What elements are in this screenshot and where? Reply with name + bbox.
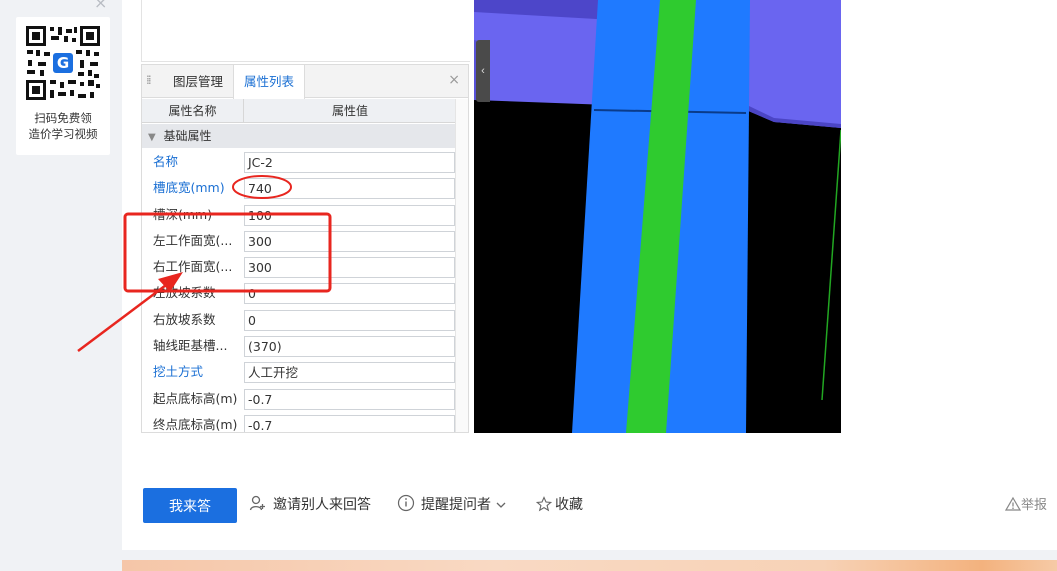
qr-caption-line2: 造价学习视频 [28,127,98,141]
add-user-icon [249,495,265,511]
property-row: 槽底宽(mm) 740 [142,175,456,201]
property-row: 名称 JC-2 [142,149,456,175]
property-value-field[interactable]: 0 [244,283,455,305]
3d-viewport[interactable] [474,0,841,433]
property-row: 左工作面宽(... 300 [142,228,456,254]
drag-grip-icon[interactable]: ⁞⁞ [146,73,151,87]
property-name: 挖土方式 [153,364,204,380]
property-name: 左放坡系数 [153,285,216,301]
property-panel: ⁞⁞ 图层管理 属性列表 × 属性名称 属性值 ▼ 基础属性 名称 JC-2 槽底… [141,64,469,433]
property-row: 右放坡系数 0 [142,307,456,333]
property-row: 挖土方式 人工开挖 [142,359,456,385]
group-basic-properties[interactable]: ▼ 基础属性 [142,124,456,148]
remind-asker-dropdown[interactable]: 提醒提问者 [397,494,508,516]
property-row: 右工作面宽(... 300 [142,254,456,280]
svg-text:G: G [57,54,69,72]
property-name: 槽底宽(mm) [153,180,225,196]
qr-close-icon[interactable]: × [94,0,107,12]
col-header-name: 属性名称 [142,99,244,123]
favorite-link[interactable]: 收藏 [535,494,583,516]
report-label: 举报 [1021,498,1048,513]
property-value-field[interactable]: 300 [244,257,455,279]
panel-close-icon[interactable]: × [448,72,460,88]
answer-button[interactable]: 我来答 [143,488,237,523]
property-row: 槽深(mm) 100 [142,202,456,228]
collapse-caret-icon[interactable]: ▼ [148,132,156,143]
property-name: 槽深(mm) [153,206,213,222]
invite-answer-link[interactable]: 邀请别人来回答 [249,494,371,516]
property-value-field[interactable]: 100 [244,204,455,226]
property-row: 轴线距基槽... (370) [142,333,456,359]
favorite-label: 收藏 [555,497,583,513]
property-row: 终点底标高(m) -0.7 [142,412,456,432]
bottom-banner[interactable] [122,560,1057,571]
property-name: 终点底标高(m) [153,416,238,432]
invite-label: 邀请别人来回答 [273,497,371,513]
property-value-field[interactable]: 0 [244,309,455,331]
tab-property-list[interactable]: 属性列表 [233,65,306,99]
property-name: 右工作面宽(... [153,259,233,275]
qr-code-image: G [24,24,102,102]
property-value-field[interactable]: 人工开挖 [244,362,455,384]
property-value-field[interactable]: JC-2 [244,152,455,173]
tab-layer-manager[interactable]: 图层管理 [163,65,233,98]
property-name: 左工作面宽(... [153,232,233,248]
panel-scrollbar[interactable] [455,99,468,432]
property-value-field[interactable]: 300 [244,230,455,252]
qr-caption-line1: 扫码免费领 [34,111,92,125]
chevron-down-icon [496,502,506,508]
property-row: 起点底标高(m) -0.7 [142,386,456,412]
property-value-field[interactable]: -0.7 [244,414,455,432]
info-circle-icon [397,494,415,512]
viewport-collapse-handle[interactable]: ‹ [476,40,490,102]
remind-label: 提醒提问者 [421,497,491,513]
qr-promo-widget[interactable]: G 扫码免费领 造价学习视频 [16,17,110,155]
property-name: 轴线距基槽... [153,338,228,354]
property-row: 左放坡系数 0 [142,280,456,306]
property-value-field[interactable]: -0.7 [244,388,455,410]
warning-icon [1004,496,1022,511]
star-icon [535,496,553,512]
panel-tab-bar: ⁞⁞ 图层管理 属性列表 × [142,65,468,99]
property-name: 名称 [153,154,179,169]
col-header-value: 属性值 [331,104,368,118]
property-table-header: 属性名称 属性值 [142,99,456,123]
property-value-field[interactable]: (370) [244,336,455,358]
screenshot-top-area [141,0,470,62]
group-label: 基础属性 [163,129,212,143]
property-value-field[interactable]: 740 [244,178,455,200]
report-link[interactable]: 举报 [1004,494,1048,513]
property-rows: 名称 JC-2 槽底宽(mm) 740 槽深(mm) 100 左工作面宽(... 300… [142,149,456,432]
property-name: 右放坡系数 [153,311,216,327]
property-name: 起点底标高(m) [153,390,238,406]
